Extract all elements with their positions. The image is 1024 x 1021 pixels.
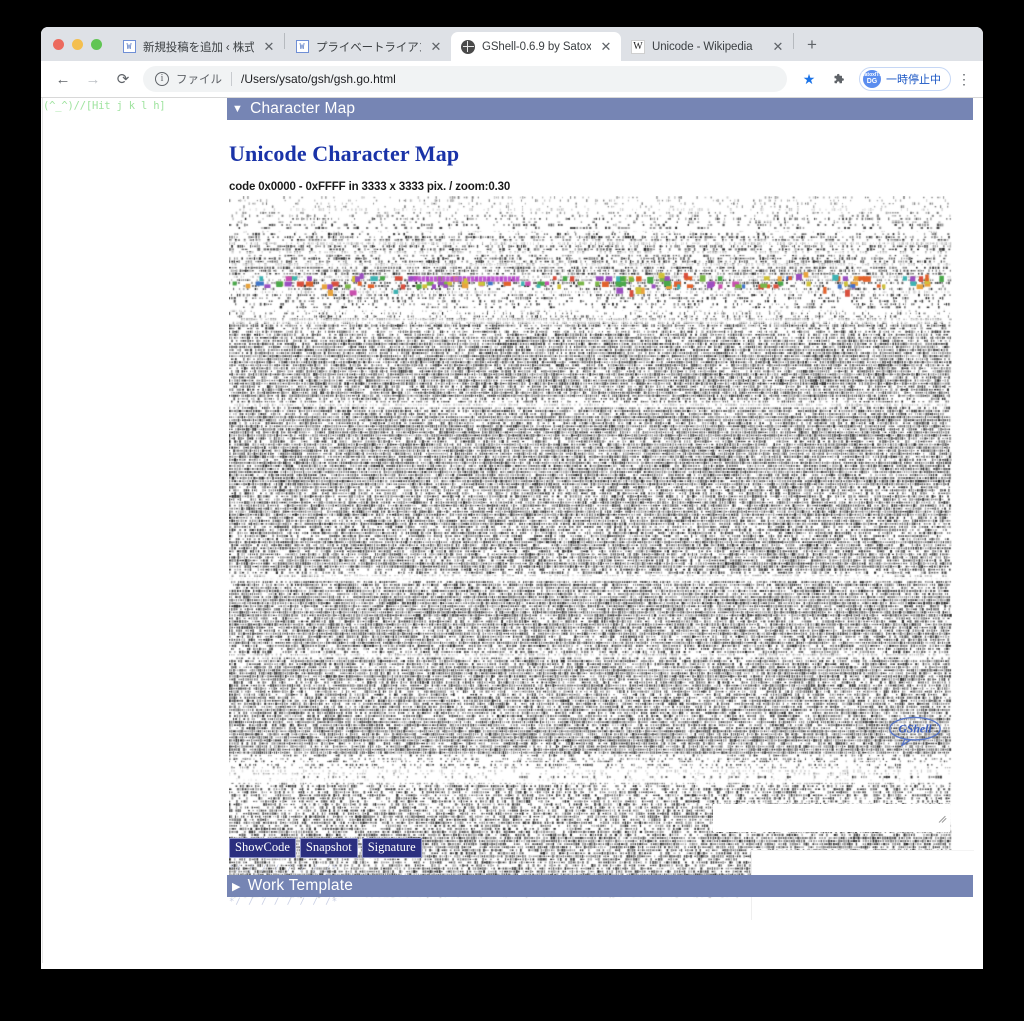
avatar: SatoxITS DG <box>863 70 881 88</box>
charmap-textarea[interactable] <box>713 804 950 832</box>
forward-button[interactable]: → <box>79 65 107 93</box>
bookmark-star-icon[interactable]: ★ <box>795 65 823 93</box>
showcode-button[interactable]: ShowCode <box>229 838 296 858</box>
window-traffic-lights[interactable] <box>41 27 112 61</box>
work-template-block: */ / / / / / / /* ▶ Work Template */ / /… <box>227 864 973 908</box>
close-window-button[interactable] <box>53 39 64 50</box>
page-bottom-strip <box>41 963 983 969</box>
snapshot-button[interactable]: Snapshot <box>300 838 358 858</box>
separator-marks-top: */ / / / / / / /* <box>227 864 973 875</box>
minimize-window-button[interactable] <box>72 39 83 50</box>
gsh-hint-text: (^_^)//[Hit j k l h] <box>43 100 165 112</box>
url-text: /Users/ysato/gsh/gsh.go.html <box>241 72 396 86</box>
page-right-gutter <box>974 98 983 969</box>
section-header-character-map[interactable]: ▼ Character Map <box>227 98 973 120</box>
extensions-puzzle-icon[interactable] <box>825 65 853 93</box>
tab-title: 新規投稿を追加 ‹ 株式会社 ITS mo <box>143 39 254 55</box>
gshell-content-column: ▼ Character Map Unicode Character Map co… <box>227 98 973 900</box>
browser-tab-4[interactable]: W Unicode - Wikipedia ✕ <box>621 32 793 61</box>
chevron-right-icon[interactable]: ▶ <box>232 880 241 893</box>
address-bar[interactable]: i ファイル /Users/ysato/gsh/gsh.go.html <box>143 66 787 92</box>
character-map-canvas[interactable] <box>229 196 952 900</box>
action-button-row: ShowCode Snapshot Signature <box>229 838 422 858</box>
tab-divider <box>793 33 794 49</box>
browser-toolbar: ← → ⟳ i ファイル /Users/ysato/gsh/gsh.go.htm… <box>41 61 983 97</box>
chevron-down-icon[interactable]: ▼ <box>232 103 243 115</box>
close-icon[interactable]: ✕ <box>427 38 445 56</box>
profile-status-pill[interactable]: SatoxITS DG 一時停止中 <box>859 67 951 91</box>
desktop-backdrop: W 新規投稿を追加 ‹ 株式会社 ITS mo ✕ W プライベートライアン –… <box>0 0 1024 1021</box>
browser-tab-1[interactable]: W 新規投稿を追加 ‹ 株式会社 ITS mo ✕ <box>112 32 284 61</box>
page-viewport: (^_^)//[Hit j k l h] ▼ Character Map Uni… <box>41 97 983 969</box>
page-title: Unicode Character Map <box>229 141 973 167</box>
site-info-icon[interactable]: i <box>155 72 169 86</box>
resize-handle-icon[interactable] <box>939 814 948 823</box>
map-caption: code 0x0000 - 0xFFFF in 3333 x 3333 pix.… <box>229 181 973 193</box>
reload-button[interactable]: ⟳ <box>109 65 137 93</box>
back-button[interactable]: ← <box>49 65 77 93</box>
section-label: Character Map <box>250 100 355 118</box>
tab-title: Unicode - Wikipedia <box>652 41 763 53</box>
browser-menu-button[interactable]: ⋮ <box>953 66 975 92</box>
separator-marks-bottom: */ / / / / / / /* <box>227 897 973 908</box>
omnibox-divider <box>231 72 232 86</box>
avatar-initials: DG <box>867 78 878 85</box>
globe-icon <box>461 40 475 54</box>
section-header-work-template[interactable]: ▶ Work Template <box>227 875 973 897</box>
url-scheme-label: ファイル <box>176 71 222 87</box>
tab-title: プライベートライアン – 株式会社 <box>316 39 421 55</box>
close-icon[interactable]: ✕ <box>769 38 787 56</box>
signature-button[interactable]: Signature <box>362 838 422 858</box>
close-icon[interactable]: ✕ <box>597 38 615 56</box>
page-left-rule <box>42 98 43 969</box>
wordpress-icon: W <box>122 40 136 54</box>
maximize-window-button[interactable] <box>91 39 102 50</box>
section-label: Work Template <box>248 877 353 895</box>
browser-window: W 新規投稿を追加 ‹ 株式会社 ITS mo ✕ W プライベートライアン –… <box>41 27 983 969</box>
tab-title: GShell-0.6.9 by SatoxITS <box>482 41 591 53</box>
wikipedia-icon: W <box>631 40 645 54</box>
new-tab-button[interactable]: + <box>798 31 826 59</box>
tab-strip: W 新規投稿を追加 ‹ 株式会社 ITS mo ✕ W プライベートライアン –… <box>41 27 983 61</box>
wordpress-icon: W <box>295 40 309 54</box>
browser-tab-3-active[interactable]: GShell-0.6.9 by SatoxITS ✕ <box>451 32 621 61</box>
close-icon[interactable]: ✕ <box>260 38 278 56</box>
character-map-canvas-wrap[interactable]: GShell <box>229 196 952 900</box>
profile-status-label: 一時停止中 <box>886 71 941 87</box>
browser-tab-2[interactable]: W プライベートライアン – 株式会社 ✕ <box>285 32 451 61</box>
